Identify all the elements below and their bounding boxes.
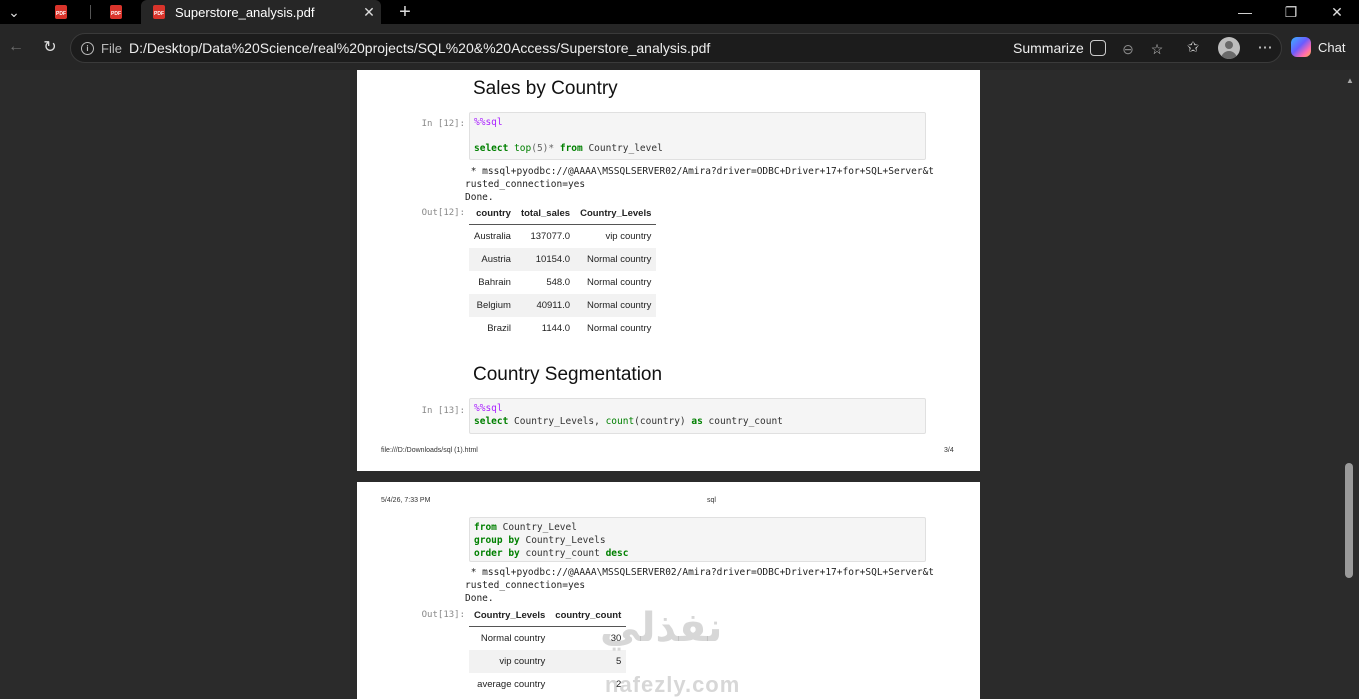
heading-country-segmentation: Country Segmentation (473, 364, 663, 385)
pdf-page-4: 5/4/26, 7:33 PM sql from Country_Level g… (357, 482, 980, 699)
cell-country-level: average country (477, 678, 546, 690)
cell-total-sales: 40911.0 (515, 293, 576, 317)
back-button[interactable]: ← (0, 24, 32, 70)
page-header-date: 5/4/26, 7:33 PM (381, 497, 431, 504)
column-header: Country_Levels (575, 204, 657, 225)
restore-button[interactable]: ❐ (1268, 0, 1314, 24)
cell-country-level: Normal country (575, 247, 657, 271)
close-tab-icon[interactable]: ✕ (357, 4, 381, 21)
profile-avatar[interactable] (1218, 37, 1240, 59)
chat-label: Chat (1318, 39, 1346, 55)
cell-country: Belgium (469, 293, 516, 317)
scroll-up-arrow-icon[interactable]: ▲ (1346, 76, 1354, 85)
cell-country-level: Normal country (480, 632, 546, 644)
table-row: Austria 10154.0 Normal country (469, 247, 657, 271)
table-row: Belgium 40911.0 Normal country (469, 293, 657, 317)
cell-country-level: Normal country (575, 293, 657, 317)
favorite-star-icon[interactable]: ☆ (1147, 39, 1167, 59)
cell-country: Australia (474, 230, 511, 242)
scrollbar[interactable] (1342, 70, 1359, 699)
cell-total-sales: 10154.0 (515, 247, 576, 271)
table-row: average country 2 (469, 673, 626, 696)
address-bar[interactable]: i File D:/Desktop/Data%20Science/real%20… (70, 33, 1282, 63)
cell-total-sales: 137077.0 (530, 230, 571, 242)
column-header: country (469, 204, 516, 225)
connection-output: * mssql+pyodbc://@AAAA\MSSQLSERVER02/Ami… (465, 567, 935, 604)
zoom-icon[interactable]: ⊖ (1118, 39, 1138, 59)
url-text[interactable]: D:/Desktop/Data%20Science/real%20project… (129, 40, 710, 56)
cell-country-level: Normal country (586, 276, 652, 288)
scheme-label: File (101, 41, 122, 56)
summarize-label: Summarize (1013, 40, 1084, 56)
cell-country-level: vip country (605, 230, 652, 242)
output-prompt: Out[12]: (421, 208, 465, 218)
cell-total-sales: 548.0 (546, 276, 571, 288)
tab-pdf-1[interactable]: PDF (34, 0, 88, 24)
pdf-page-3: Sales by Country In [12]: %%sql select t… (357, 70, 980, 471)
pdf-icon: PDF (153, 5, 165, 19)
copilot-chat-button[interactable]: Chat (1291, 37, 1345, 57)
table-row: vip country 5 (469, 649, 627, 673)
table-row: Bahrain 548.0 Normal country (469, 271, 656, 294)
info-icon[interactable]: i (81, 42, 94, 55)
result-table-12: country total_sales Country_Levels Austr… (469, 204, 657, 340)
table-row: Australia 137077.0 vip country (469, 225, 656, 248)
watermark-logo: نفذلي (600, 605, 723, 651)
cell-country: Bahrain (478, 276, 511, 288)
watermark-text: nafezly.com (605, 672, 741, 697)
scrollbar-thumb[interactable] (1345, 463, 1353, 578)
heading-sales-by-country: Sales by Country (473, 78, 618, 99)
cell-country-level: Normal country (586, 322, 652, 334)
copilot-icon (1291, 37, 1311, 57)
tab-strip: ⌄ PDF PDF PDF Superstore_analysis.pdf ✕ … (0, 0, 1359, 24)
code-cell-12[interactable]: %%sql select top(5)* from Country_level (469, 112, 926, 160)
output-prompt: Out[13]: (421, 610, 465, 620)
tab-actions-menu-icon[interactable]: ⌄ (0, 0, 28, 24)
close-window-button[interactable]: ✕ (1314, 0, 1359, 24)
cell-country: Brazil (487, 322, 511, 334)
cell-country-count: 5 (550, 649, 627, 673)
active-tab[interactable]: PDF Superstore_analysis.pdf ✕ (141, 0, 381, 24)
page-header-title: sql (707, 497, 716, 504)
column-header: Country_Levels (469, 606, 551, 627)
summarize-button[interactable]: Summarize (1013, 40, 1106, 56)
favorites-icon[interactable]: ✩ (1182, 36, 1204, 58)
pdf-icon: PDF (55, 5, 67, 19)
table-row: Brazil 1144.0 Normal country (469, 317, 656, 340)
tab-title: Superstore_analysis.pdf (175, 4, 315, 20)
page-number: 3/4 (944, 447, 954, 454)
more-options-icon[interactable]: ⋯ (1254, 36, 1276, 58)
cell-total-sales: 1144.0 (541, 322, 571, 334)
summarize-icon (1089, 40, 1106, 56)
tab-pdf-2[interactable]: PDF (89, 0, 143, 24)
pdf-icon: PDF (110, 5, 122, 19)
minimize-button[interactable]: — (1222, 0, 1268, 24)
new-tab-button[interactable]: + (394, 0, 416, 24)
refresh-button[interactable]: ↻ (34, 24, 66, 70)
code-cell-13[interactable]: %%sql select Country_Levels, count(count… (469, 398, 926, 434)
input-prompt: In [13]: (421, 406, 465, 416)
navigation-bar: ← ↻ i File D:/Desktop/Data%20Science/rea… (0, 24, 1359, 70)
page-footer-path: file:///D:/Downloads/sql (1).html (381, 447, 478, 454)
connection-output: * mssql+pyodbc://@AAAA\MSSQLSERVER02/Ami… (465, 166, 935, 203)
column-header: total_sales (515, 204, 576, 225)
input-prompt: In [12]: (421, 119, 465, 129)
cell-country: Austria (469, 247, 516, 271)
cell-country-level: vip country (469, 649, 551, 673)
code-cell-13-continued[interactable]: from Country_Level group by Country_Leve… (469, 517, 926, 562)
